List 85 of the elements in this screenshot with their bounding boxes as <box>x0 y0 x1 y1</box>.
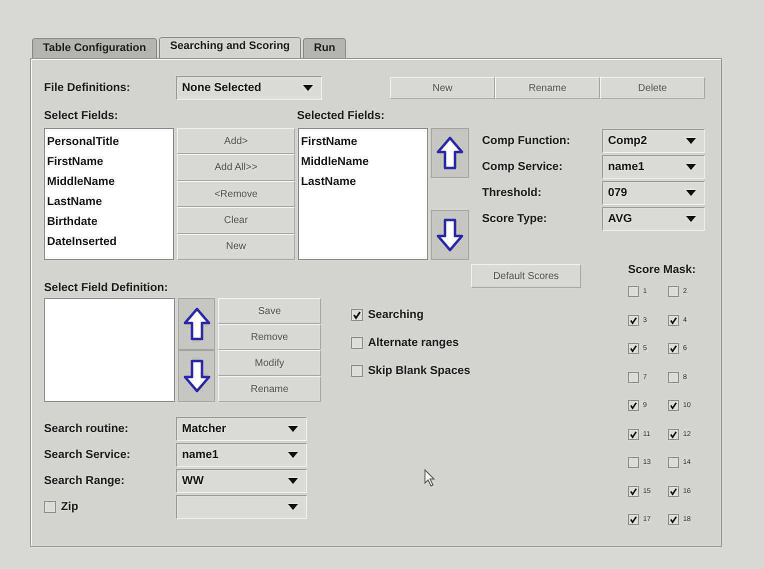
move-up-button[interactable] <box>431 128 469 178</box>
dropdown[interactable]: None Selected <box>176 76 322 100</box>
list-item[interactable]: PersonalTitle <box>47 132 171 152</box>
caret-icon <box>288 504 298 510</box>
list-item[interactable]: LastName <box>301 172 425 192</box>
button[interactable]: Rename <box>495 77 600 99</box>
dropdown[interactable]: name1 <box>602 155 705 179</box>
checkbox[interactable] <box>668 400 679 412</box>
checkbox[interactable] <box>351 309 363 321</box>
caret-icon <box>288 426 298 432</box>
button[interactable]: New <box>177 234 295 260</box>
checkbox[interactable] <box>668 514 679 526</box>
dropdown[interactable]: Comp2 <box>602 129 705 153</box>
caret-icon <box>686 138 696 144</box>
caret-icon <box>686 164 696 170</box>
list-item[interactable]: DateInserted <box>47 232 171 252</box>
dropdown[interactable]: WW <box>176 469 307 493</box>
caret-icon <box>686 190 696 196</box>
list-item[interactable]: MiddleName <box>47 172 171 192</box>
checkbox[interactable] <box>628 372 639 383</box>
button[interactable]: New <box>390 77 495 99</box>
checkbox[interactable] <box>668 457 679 468</box>
tab[interactable]: Table Configuration <box>32 38 158 58</box>
checkbox[interactable] <box>668 314 679 326</box>
field-label: Score Type: <box>482 213 548 225</box>
section-label: Select Field Definition: <box>44 282 169 296</box>
tab[interactable]: Searching and Scoring <box>159 37 301 59</box>
caret-icon <box>288 452 298 458</box>
move-down-button[interactable] <box>178 350 215 402</box>
checkbox-label: Alternate ranges <box>368 337 459 349</box>
field-label: Comp Service: <box>482 161 564 173</box>
checkbox[interactable] <box>44 501 56 513</box>
checkbox[interactable] <box>668 486 679 497</box>
list-item[interactable]: FirstName <box>301 132 425 152</box>
checkbox[interactable] <box>628 486 639 497</box>
checkbox[interactable] <box>668 428 679 440</box>
caret-icon <box>303 85 313 91</box>
field-label: Search Service: <box>44 449 132 461</box>
section-label: Score Mask: <box>628 264 697 278</box>
button[interactable]: Add> <box>177 128 295 154</box>
field-label: Search routine: <box>44 423 130 435</box>
checkbox[interactable] <box>628 514 639 526</box>
button[interactable]: Save <box>218 298 321 324</box>
checkbox[interactable] <box>628 286 639 298</box>
button[interactable]: <Remove <box>177 180 295 208</box>
checkbox-label: Zip <box>61 501 78 513</box>
field-label: Threshold: <box>482 187 542 199</box>
section-label: Select Fields: <box>44 110 120 124</box>
checkbox-label: Skip Blank Spaces <box>368 365 470 377</box>
checkbox[interactable] <box>351 365 363 377</box>
dropdown[interactable]: name1 <box>176 443 307 467</box>
checkbox[interactable] <box>628 314 639 326</box>
move-up-button[interactable] <box>178 298 215 350</box>
list-item[interactable]: FirstName <box>47 152 171 172</box>
tab[interactable]: Run <box>302 38 346 58</box>
button[interactable]: Clear <box>177 207 295 234</box>
checkbox[interactable] <box>668 343 679 354</box>
checkbox[interactable] <box>628 400 639 412</box>
dropdown[interactable]: 079 <box>602 181 705 205</box>
dropdown[interactable]: Matcher <box>176 417 307 441</box>
field-label: Search Range: <box>44 475 126 487</box>
list-item[interactable]: LastName <box>47 192 171 212</box>
checkbox[interactable] <box>351 337 363 349</box>
checkbox[interactable] <box>628 457 639 468</box>
checkbox[interactable] <box>668 286 679 298</box>
field-label: Comp Function: <box>482 135 572 147</box>
button[interactable]: Delete <box>600 77 705 99</box>
caret-icon <box>686 216 696 222</box>
list-item[interactable]: MiddleName <box>301 152 425 172</box>
button[interactable]: Rename <box>218 376 321 402</box>
checkbox[interactable] <box>628 343 639 354</box>
checkbox[interactable] <box>668 372 679 383</box>
dropdown[interactable]: AVG <box>602 207 705 231</box>
checkbox-label: Searching <box>368 309 424 321</box>
button[interactable]: Modify <box>218 350 321 376</box>
default-scores-button[interactable]: Default Scores <box>471 264 581 288</box>
section-label: Selected Fields: <box>297 110 385 124</box>
checkbox[interactable] <box>628 428 639 440</box>
button[interactable]: Remove <box>218 324 321 350</box>
cursor-icon <box>424 469 436 487</box>
caret-icon <box>288 478 298 484</box>
field-label: File Definitions: <box>44 82 132 94</box>
list-item[interactable]: Birthdate <box>47 212 171 232</box>
move-down-button[interactable] <box>431 210 469 260</box>
button[interactable]: Add All>> <box>177 154 295 181</box>
